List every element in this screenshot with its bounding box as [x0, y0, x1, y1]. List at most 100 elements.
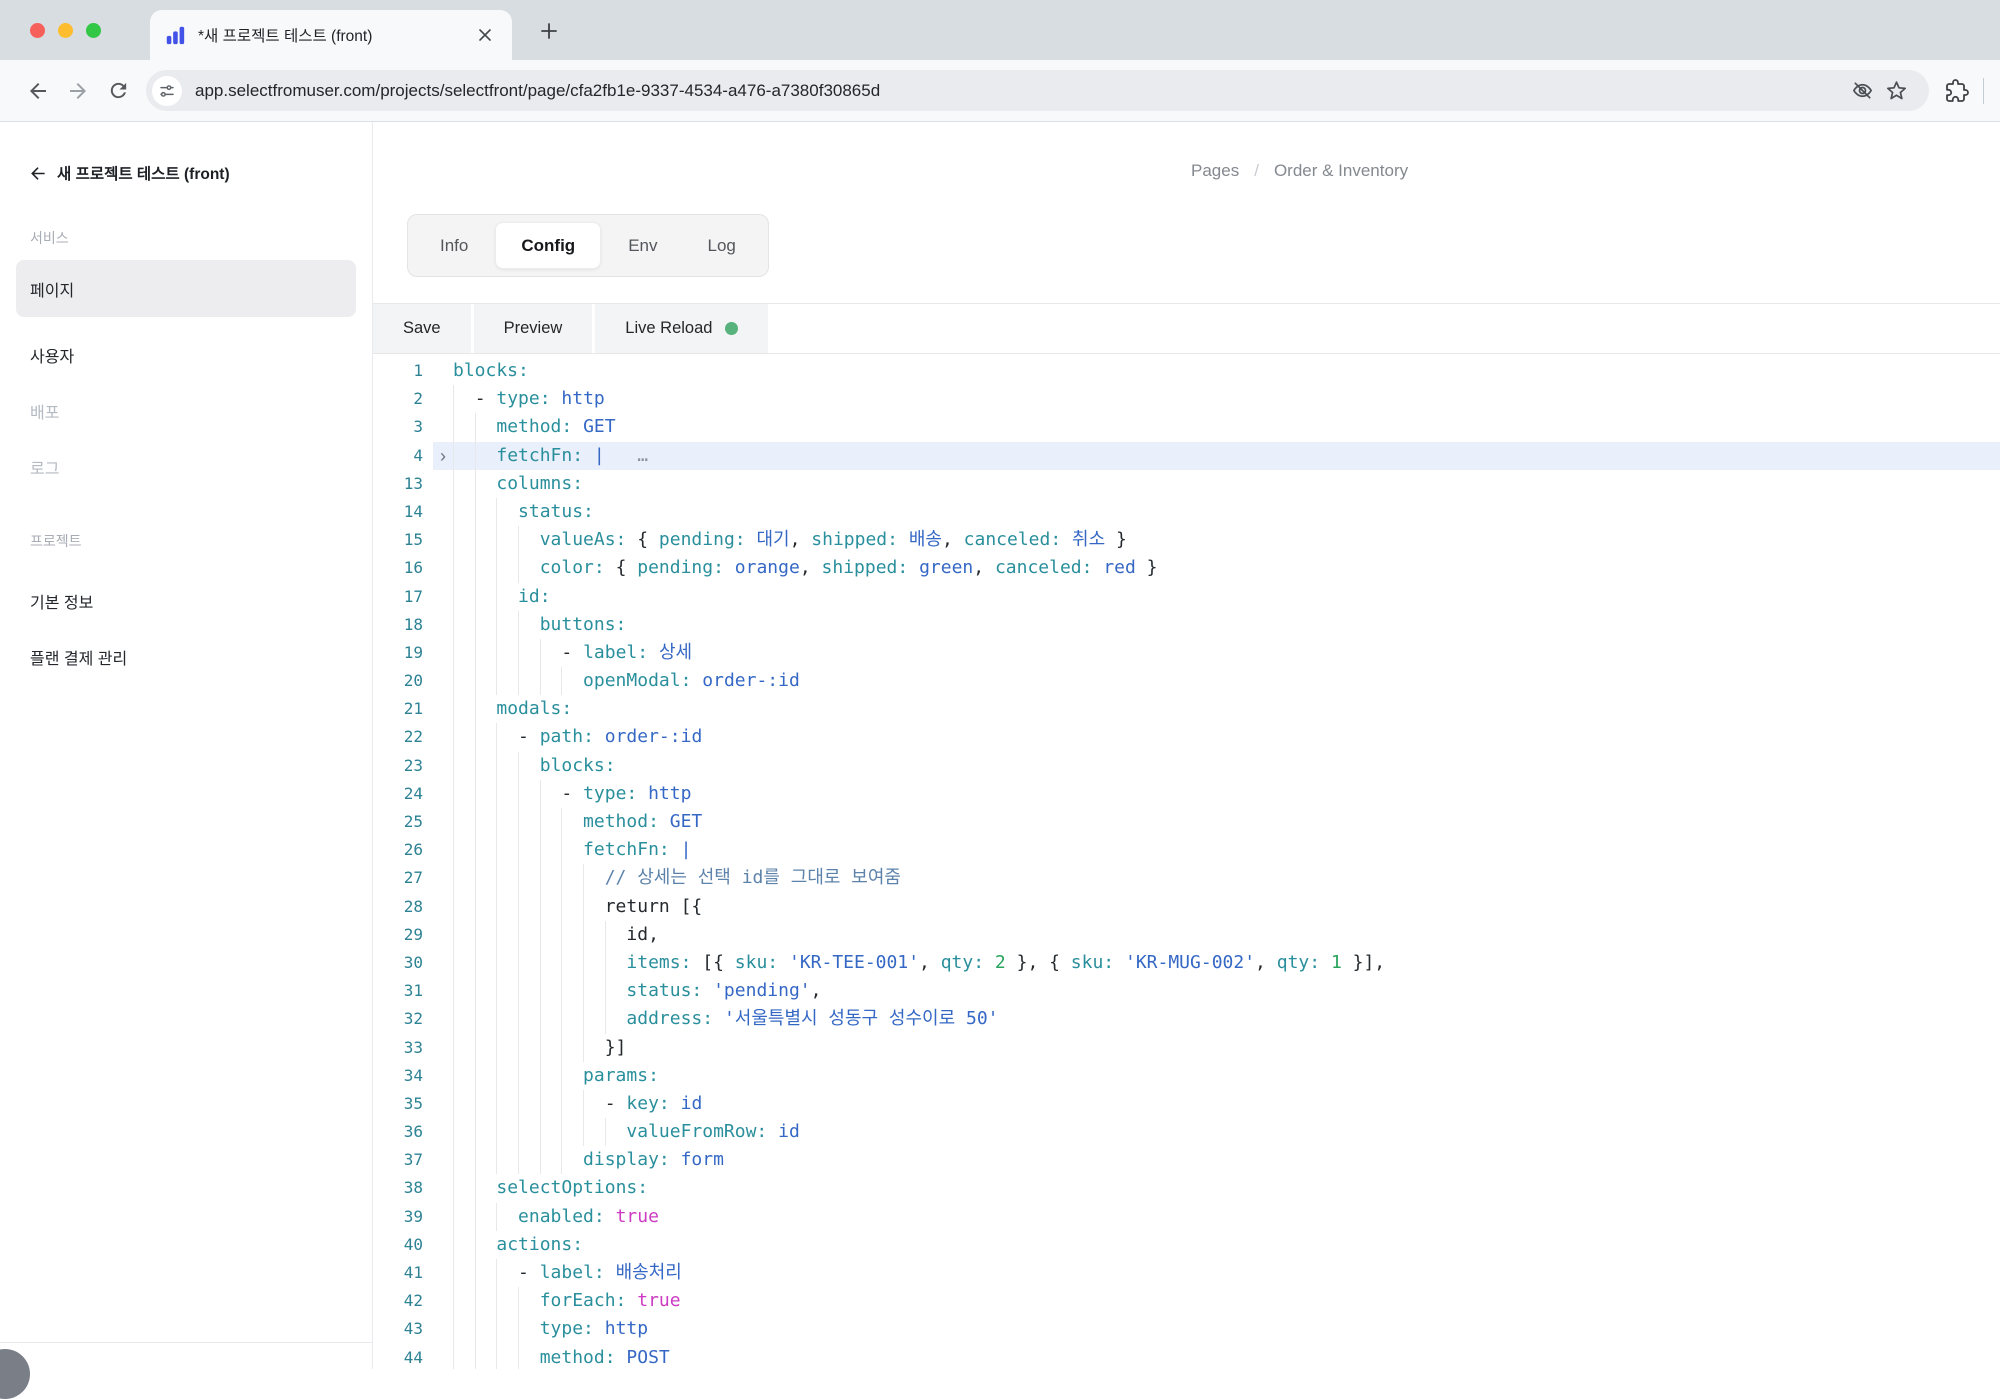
code-line[interactable]: 35 - key: id	[373, 1090, 2000, 1118]
code-line[interactable]: 23 blocks:	[373, 752, 2000, 780]
code-text[interactable]: blocks:	[453, 752, 2000, 780]
code-text[interactable]: method: POST	[453, 1344, 2000, 1369]
code-text[interactable]: display: form	[453, 1146, 2000, 1174]
zoom-window-button[interactable]	[86, 23, 101, 38]
code-text[interactable]: columns:	[453, 470, 2000, 498]
code-line[interactable]: 34 params:	[373, 1062, 2000, 1090]
code-line[interactable]: 41 - label: 배송처리	[373, 1259, 2000, 1287]
sidebar-item-basic-info[interactable]: 기본 정보	[16, 583, 356, 619]
minimize-window-button[interactable]	[58, 23, 73, 38]
preview-button[interactable]: Preview	[474, 304, 593, 353]
tab-log[interactable]: Log	[684, 215, 758, 276]
code-line[interactable]: 17 id:	[373, 583, 2000, 611]
code-area[interactable]: 1blocks:2 - type: http3 method: GET4› fe…	[373, 357, 2000, 1369]
tab-env[interactable]: Env	[605, 215, 680, 276]
breadcrumb-pages[interactable]: Pages	[1191, 161, 1239, 181]
back-icon[interactable]	[18, 71, 58, 111]
code-editor[interactable]: 1blocks:2 - type: http3 method: GET4› fe…	[373, 354, 2000, 1369]
code-line[interactable]: 40 actions:	[373, 1231, 2000, 1259]
code-text[interactable]: forEach: true	[453, 1287, 2000, 1315]
code-text[interactable]: }]	[453, 1034, 2000, 1062]
avatar[interactable]	[0, 1349, 30, 1399]
fold-chevron-icon[interactable]: ›	[433, 442, 453, 470]
browser-tab[interactable]: *새 프로젝트 테스트 (front)	[150, 10, 512, 60]
url-text[interactable]: app.selectfromuser.com/projects/selectfr…	[195, 81, 880, 101]
code-text[interactable]: valueAs: { pending: 대기, shipped: 배송, can…	[453, 526, 2000, 554]
code-line[interactable]: 25 method: GET	[373, 808, 2000, 836]
code-line[interactable]: 18 buttons:	[373, 611, 2000, 639]
code-line[interactable]: 33 }]	[373, 1034, 2000, 1062]
code-text[interactable]: type: http	[453, 1315, 2000, 1343]
forward-icon[interactable]	[58, 71, 98, 111]
code-line[interactable]: 14 status:	[373, 498, 2000, 526]
code-text[interactable]: - label: 상세	[453, 639, 2000, 667]
code-text[interactable]: buttons:	[453, 611, 2000, 639]
code-text[interactable]: color: { pending: orange, shipped: green…	[453, 554, 2000, 582]
save-button[interactable]: Save	[373, 304, 471, 353]
code-text[interactable]: enabled: true	[453, 1203, 2000, 1231]
code-line[interactable]: 29 id,	[373, 921, 2000, 949]
code-line[interactable]: 13 columns:	[373, 470, 2000, 498]
code-text[interactable]: // 상세는 선택 id를 그대로 보여줌	[453, 864, 2000, 892]
code-line[interactable]: 3 method: GET	[373, 413, 2000, 441]
sidebar-item-plan-billing[interactable]: 플랜 결제 관리	[16, 639, 356, 675]
code-text[interactable]: fetchFn: | …	[453, 442, 2000, 470]
code-line[interactable]: 39 enabled: true	[373, 1203, 2000, 1231]
code-line[interactable]: 27 // 상세는 선택 id를 그대로 보여줌	[373, 864, 2000, 892]
code-text[interactable]: method: GET	[453, 808, 2000, 836]
code-line[interactable]: 31 status: 'pending',	[373, 977, 2000, 1005]
sidebar-item-deploy[interactable]: 배포	[16, 393, 356, 429]
sidebar-item-pages[interactable]: 페이지	[16, 260, 356, 317]
code-line[interactable]: 1blocks:	[373, 357, 2000, 385]
site-settings-icon[interactable]	[152, 76, 182, 106]
sidebar-item-logs[interactable]: 로그	[16, 449, 356, 485]
code-text[interactable]: id,	[453, 921, 2000, 949]
code-line[interactable]: 2 - type: http	[373, 385, 2000, 413]
code-line[interactable]: 22 - path: order-:id	[373, 723, 2000, 751]
code-line[interactable]: 38 selectOptions:	[373, 1174, 2000, 1202]
code-line[interactable]: 44 method: POST	[373, 1344, 2000, 1369]
code-line[interactable]: 21 modals:	[373, 695, 2000, 723]
code-text[interactable]: status:	[453, 498, 2000, 526]
code-text[interactable]: actions:	[453, 1231, 2000, 1259]
code-text[interactable]: openModal: order-:id	[453, 667, 2000, 695]
code-text[interactable]: selectOptions:	[453, 1174, 2000, 1202]
code-text[interactable]: - type: http	[453, 780, 2000, 808]
code-line[interactable]: 4› fetchFn: | …	[373, 442, 2000, 470]
code-line[interactable]: 32 address: '서울특별시 성동구 성수이로 50'	[373, 1005, 2000, 1033]
code-text[interactable]: return [{	[453, 893, 2000, 921]
tab-info[interactable]: Info	[417, 215, 491, 276]
tab-config[interactable]: Config	[495, 222, 601, 269]
code-text[interactable]: - path: order-:id	[453, 723, 2000, 751]
close-window-button[interactable]	[30, 23, 45, 38]
new-tab-button[interactable]	[535, 17, 563, 45]
code-line[interactable]: 43 type: http	[373, 1315, 2000, 1343]
code-text[interactable]: status: 'pending',	[453, 977, 2000, 1005]
code-line[interactable]: 24 - type: http	[373, 780, 2000, 808]
address-bar[interactable]: app.selectfromuser.com/projects/selectfr…	[146, 70, 1929, 111]
code-text[interactable]: - type: http	[453, 385, 2000, 413]
code-line[interactable]: 26 fetchFn: |	[373, 836, 2000, 864]
code-line[interactable]: 16 color: { pending: orange, shipped: gr…	[373, 554, 2000, 582]
code-line[interactable]: 15 valueAs: { pending: 대기, shipped: 배송, …	[373, 526, 2000, 554]
tab-close-icon[interactable]	[472, 22, 498, 48]
code-text[interactable]: id:	[453, 583, 2000, 611]
code-line[interactable]: 19 - label: 상세	[373, 639, 2000, 667]
sidebar-back[interactable]: 새 프로젝트 테스트 (front)	[16, 162, 356, 184]
code-text[interactable]: items: [{ sku: 'KR-TEE-001', qty: 2 }, {…	[453, 949, 2000, 977]
code-text[interactable]: - key: id	[453, 1090, 2000, 1118]
extensions-puzzle-icon[interactable]	[1945, 79, 1969, 103]
code-text[interactable]: - label: 배송처리	[453, 1259, 2000, 1287]
code-text[interactable]: blocks:	[453, 357, 2000, 385]
sidebar-item-users[interactable]: 사용자	[16, 337, 356, 373]
code-text[interactable]: method: GET	[453, 413, 2000, 441]
code-text[interactable]: params:	[453, 1062, 2000, 1090]
code-line[interactable]: 20 openModal: order-:id	[373, 667, 2000, 695]
code-text[interactable]: valueFromRow: id	[453, 1118, 2000, 1146]
code-line[interactable]: 36 valueFromRow: id	[373, 1118, 2000, 1146]
code-line[interactable]: 37 display: form	[373, 1146, 2000, 1174]
live-reload-button[interactable]: Live Reload	[595, 304, 768, 353]
bookmark-star-icon[interactable]	[1879, 74, 1913, 108]
code-text[interactable]: fetchFn: |	[453, 836, 2000, 864]
eye-off-icon[interactable]	[1845, 74, 1879, 108]
